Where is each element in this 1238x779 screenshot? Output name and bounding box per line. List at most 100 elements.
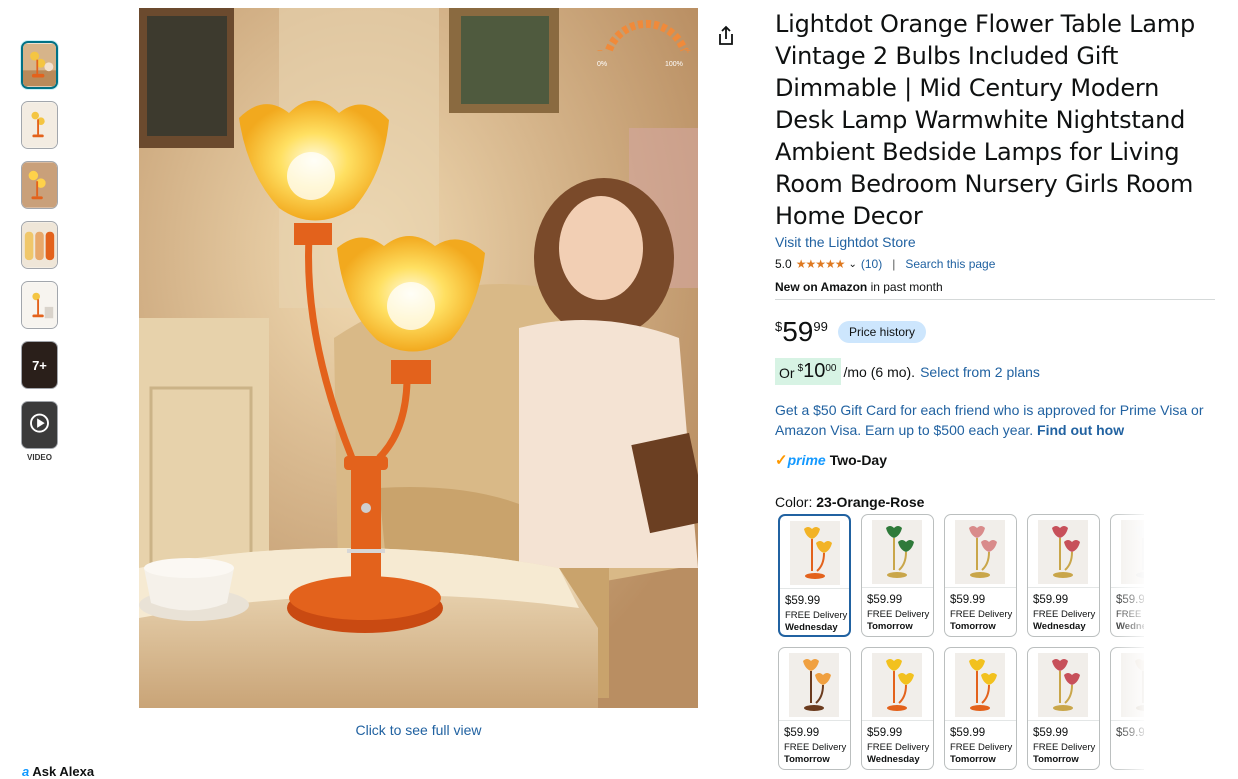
store-link[interactable]: Visit the Lightdot Store [775, 234, 916, 250]
monthly-badge: Or $ 10 00 [775, 358, 841, 385]
gift-card-promo[interactable]: Get a $50 Gift Card for each friend who … [775, 400, 1220, 440]
swatch-delivery: FREE Delivery [1033, 609, 1096, 620]
swatch-price: $59.99 [1033, 594, 1069, 606]
swatch-image [1038, 653, 1088, 717]
rating-count-link[interactable]: (10) [861, 257, 882, 271]
swatch-image [955, 653, 1005, 717]
color-swatch[interactable]: $59.9 [1110, 647, 1144, 770]
monthly-term: /mo (6 mo). [843, 363, 916, 380]
thumbnail-5[interactable] [21, 281, 58, 329]
color-swatch[interactable]: $59.99 FREE Delivery Tomorrow [1027, 647, 1100, 770]
swatch-divider [780, 588, 849, 589]
price-history-button[interactable]: Price history [838, 321, 927, 343]
swatch-price: $59.99 [950, 594, 986, 606]
rating-value: 5.0 [775, 257, 792, 271]
new-badge: New on Amazon [775, 280, 868, 294]
swatch-delivery-day: Tomorrow [950, 621, 996, 632]
swatch-delivery-day: Tomorrow [867, 621, 913, 632]
swatch-image [872, 653, 922, 717]
swatch-image [789, 653, 839, 717]
swatch-price: $59.99 [1116, 594, 1144, 606]
monthly-prefix: Or [779, 365, 795, 381]
color-swatch[interactable]: $59.99 FREE Delivery Tomorrow [944, 514, 1017, 637]
swatch-delivery: FREE Delivery [1116, 609, 1144, 620]
color-swatch[interactable]: $59.99 FREE Delivery Tomorrow [944, 647, 1017, 770]
thumbnail-2[interactable] [21, 101, 58, 149]
dimmer-max-label: 100% [665, 61, 683, 68]
play-icon [22, 402, 57, 448]
star-rating-icon[interactable]: ★★★★★ [796, 257, 846, 271]
color-swatch[interactable]: $59.99 FREE Delivery Tomorrow [861, 514, 934, 637]
lamp-thumbnail-image [23, 43, 56, 87]
swatch-delivery: FREE Delivery [950, 742, 1013, 753]
color-swatch[interactable]: $59.99 FREE DeliveryWednesday [1027, 514, 1100, 637]
more-count: 7+ [32, 357, 47, 373]
swatch-delivery-day: Wednesday [1033, 621, 1086, 632]
swatch-price: $59.99 [785, 595, 821, 607]
find-out-how-link[interactable]: Find out how [1037, 422, 1124, 438]
lamp-swatch-icon [955, 520, 1005, 584]
thumbnail-more[interactable]: 7+ [21, 341, 58, 389]
color-swatch[interactable]: $59.99 FREE Delivery Tomorrow [778, 647, 851, 770]
swatch-image [872, 520, 922, 584]
swatch-image [790, 521, 840, 585]
chevron-down-icon[interactable]: ⌄ [848, 259, 856, 270]
swatch-divider [1111, 720, 1144, 721]
new-on-amazon: New on Amazon in past month [775, 280, 943, 294]
lamp-swatch-icon [872, 653, 922, 717]
swatch-image [1038, 520, 1088, 584]
color-swatch[interactable]: $59.99 FREE DeliveryWednesday [1110, 514, 1144, 637]
lamp-swatch-icon [1121, 653, 1144, 717]
lamp-swatch-icon [872, 520, 922, 584]
thumbnail-4[interactable] [21, 221, 58, 269]
thumbnail-1[interactable] [21, 41, 58, 89]
full-view-link[interactable]: Click to see full view [139, 722, 698, 738]
swatch-divider [1028, 587, 1099, 588]
lamp-thumbnail-image [22, 102, 57, 148]
swatch-price: $59.99 [867, 727, 903, 739]
swatch-delivery-day: Wednesday [785, 622, 838, 633]
swatch-divider [862, 587, 933, 588]
swatch-delivery: FREE Delivery [867, 742, 930, 753]
lamp-swatch-icon [1038, 653, 1088, 717]
share-icon[interactable] [714, 24, 738, 48]
swatch-price: $59.99 [784, 727, 820, 739]
lamp-swatch-icon [789, 653, 839, 717]
swatch-divider [779, 720, 850, 721]
thumbnail-video[interactable] [21, 401, 58, 449]
swatch-delivery: FREE Delivery [785, 610, 848, 621]
swatch-delivery-day: Wednesday [867, 754, 920, 765]
alexa-icon: a [22, 764, 30, 779]
swatch-divider [945, 720, 1016, 721]
lamp-swatch-icon [1121, 520, 1144, 584]
promo-text: Get a $50 Gift Card for each friend who … [775, 402, 1204, 438]
color-swatches: $59.99 FREE Delivery Wednesday $59.99 FREE D… [778, 514, 1144, 773]
video-label: VIDEO [27, 453, 52, 462]
swatch-image [1121, 520, 1144, 584]
color-swatch[interactable]: $59.99 FREE DeliveryWednesday [861, 647, 934, 770]
swatch-image [955, 520, 1005, 584]
dimmer-plus: + [685, 46, 691, 57]
price-fraction: 99 [813, 319, 828, 334]
color-swatch[interactable]: $59.99 FREE DeliveryWednesday [778, 514, 851, 637]
swatch-delivery-day: Tomorrow [950, 754, 996, 765]
lamp-thumbnail-image [22, 282, 57, 328]
prime-shipping: ✓ prime Two-Day [775, 451, 887, 469]
new-suffix: in past month [870, 280, 943, 294]
search-page-link[interactable]: Search this page [905, 257, 995, 271]
divider [775, 299, 1215, 300]
thumbnail-3[interactable] [21, 161, 58, 209]
swatch-image [1121, 653, 1144, 717]
price-whole: 59 [782, 316, 814, 347]
swatch-divider [1111, 587, 1144, 588]
ask-alexa[interactable]: a Ask Alexa [22, 764, 94, 779]
lamp-thumbnail-image [22, 162, 57, 208]
swatch-delivery: FREE Delivery [784, 742, 847, 753]
swatch-price: $59.99 [1033, 727, 1069, 739]
separator: | [892, 257, 896, 271]
main-product-image[interactable]: 0% 100% − + [139, 8, 698, 708]
swatch-delivery-day: Tomorrow [784, 754, 830, 765]
monthly-payment: Or $ 10 00 /mo (6 mo). Select from 2 pla… [775, 358, 1040, 385]
select-plans-link[interactable]: Select from 2 plans [920, 364, 1040, 380]
dimmer-minus: − [597, 46, 603, 57]
